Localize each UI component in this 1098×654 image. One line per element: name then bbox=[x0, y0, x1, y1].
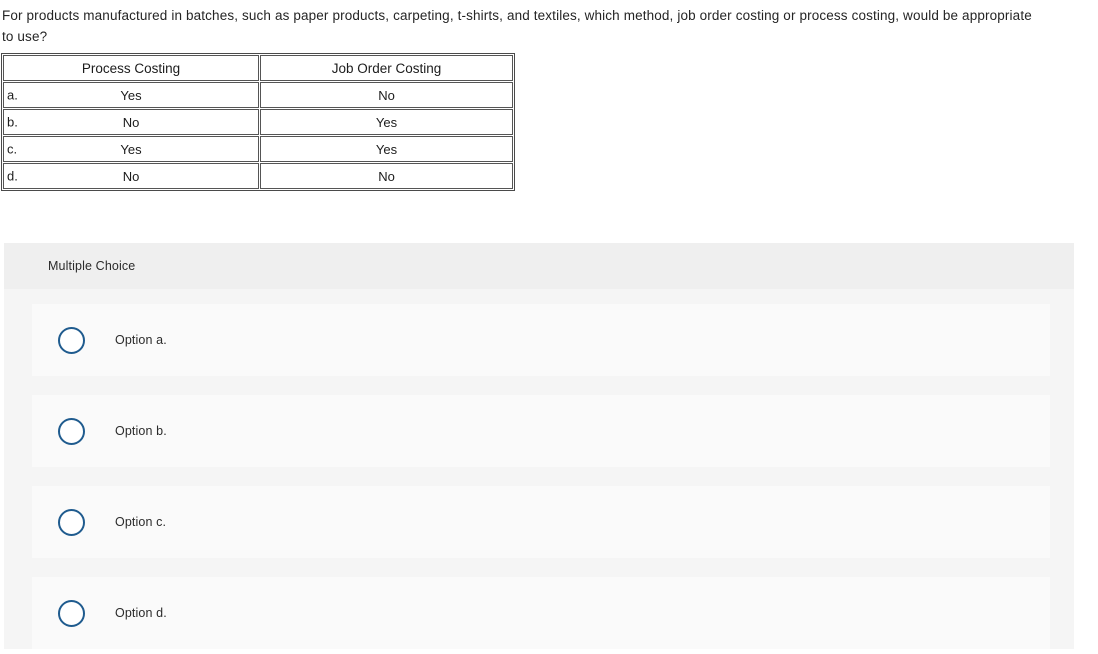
table-row: b. No Yes bbox=[3, 109, 513, 135]
table-header-row: Process Costing Job Order Costing bbox=[3, 55, 513, 81]
table-header-label-job-order-costing: Job Order Costing bbox=[331, 60, 442, 76]
table-header-cell-job-order-costing: Job Order Costing bbox=[260, 55, 513, 81]
table-row: a. Yes No bbox=[3, 82, 513, 108]
row-letter: b. bbox=[7, 114, 18, 130]
table-cell-job-order-costing: Yes bbox=[260, 136, 513, 162]
cell-value-job-order-costing: No bbox=[378, 87, 395, 103]
choice-table: Process Costing Job Order Costing a. Yes… bbox=[1, 53, 515, 191]
table-cell-process-costing: b. No bbox=[3, 109, 259, 135]
row-letter: a. bbox=[7, 87, 18, 103]
table-cell-job-order-costing: Yes bbox=[260, 109, 513, 135]
table-header-label-process-costing: Process Costing bbox=[81, 60, 181, 76]
option-label-c: Option c. bbox=[115, 515, 167, 529]
option-row-c[interactable]: Option c. bbox=[32, 486, 1050, 558]
cell-value-process-costing: Yes bbox=[120, 87, 142, 103]
row-letter: c. bbox=[7, 141, 18, 157]
cell-value-process-costing: No bbox=[122, 168, 140, 184]
table-cell-job-order-costing: No bbox=[260, 82, 513, 108]
table-cell-process-costing: a. Yes bbox=[3, 82, 259, 108]
option-row-a[interactable]: Option a. bbox=[32, 304, 1050, 376]
table-cell-process-costing: c. Yes bbox=[3, 136, 259, 162]
table-header-cell-process-costing: Process Costing bbox=[3, 55, 259, 81]
radio-button-icon-d[interactable] bbox=[58, 599, 85, 627]
cell-value-job-order-costing: No bbox=[378, 168, 395, 184]
cell-value-process-costing: Yes bbox=[120, 141, 142, 157]
table-row: d. No No bbox=[3, 163, 513, 189]
cell-value-job-order-costing: Yes bbox=[375, 114, 398, 130]
table-row: c. Yes Yes bbox=[3, 136, 513, 162]
radio-button-icon-a[interactable] bbox=[58, 326, 85, 354]
radio-button-icon-b[interactable] bbox=[58, 417, 85, 445]
table-cell-process-costing: d. No bbox=[3, 163, 259, 189]
multiple-choice-panel-header: Multiple Choice bbox=[4, 243, 1074, 289]
question-stem: For products manufactured in batches, su… bbox=[2, 8, 1032, 44]
radio-button-icon-c[interactable] bbox=[58, 508, 85, 536]
option-label-a: Option a. bbox=[115, 333, 167, 347]
choice-table-wrapper: Process Costing Job Order Costing a. Yes… bbox=[1, 53, 1098, 191]
cell-value-process-costing: No bbox=[122, 114, 140, 130]
multiple-choice-options-list: Option a. Option b. Option c. Option d. bbox=[4, 289, 1074, 649]
option-row-d[interactable]: Option d. bbox=[32, 577, 1050, 649]
multiple-choice-header-label: Multiple Choice bbox=[48, 259, 136, 273]
row-letter: d. bbox=[7, 168, 18, 184]
cell-value-job-order-costing: Yes bbox=[375, 141, 398, 157]
table-cell-job-order-costing: No bbox=[260, 163, 513, 189]
option-label-b: Option b. bbox=[115, 424, 167, 438]
option-label-d: Option d. bbox=[115, 606, 167, 620]
multiple-choice-panel: Multiple Choice Option a. Option b. Opti… bbox=[4, 243, 1074, 649]
option-row-b[interactable]: Option b. bbox=[32, 395, 1050, 467]
